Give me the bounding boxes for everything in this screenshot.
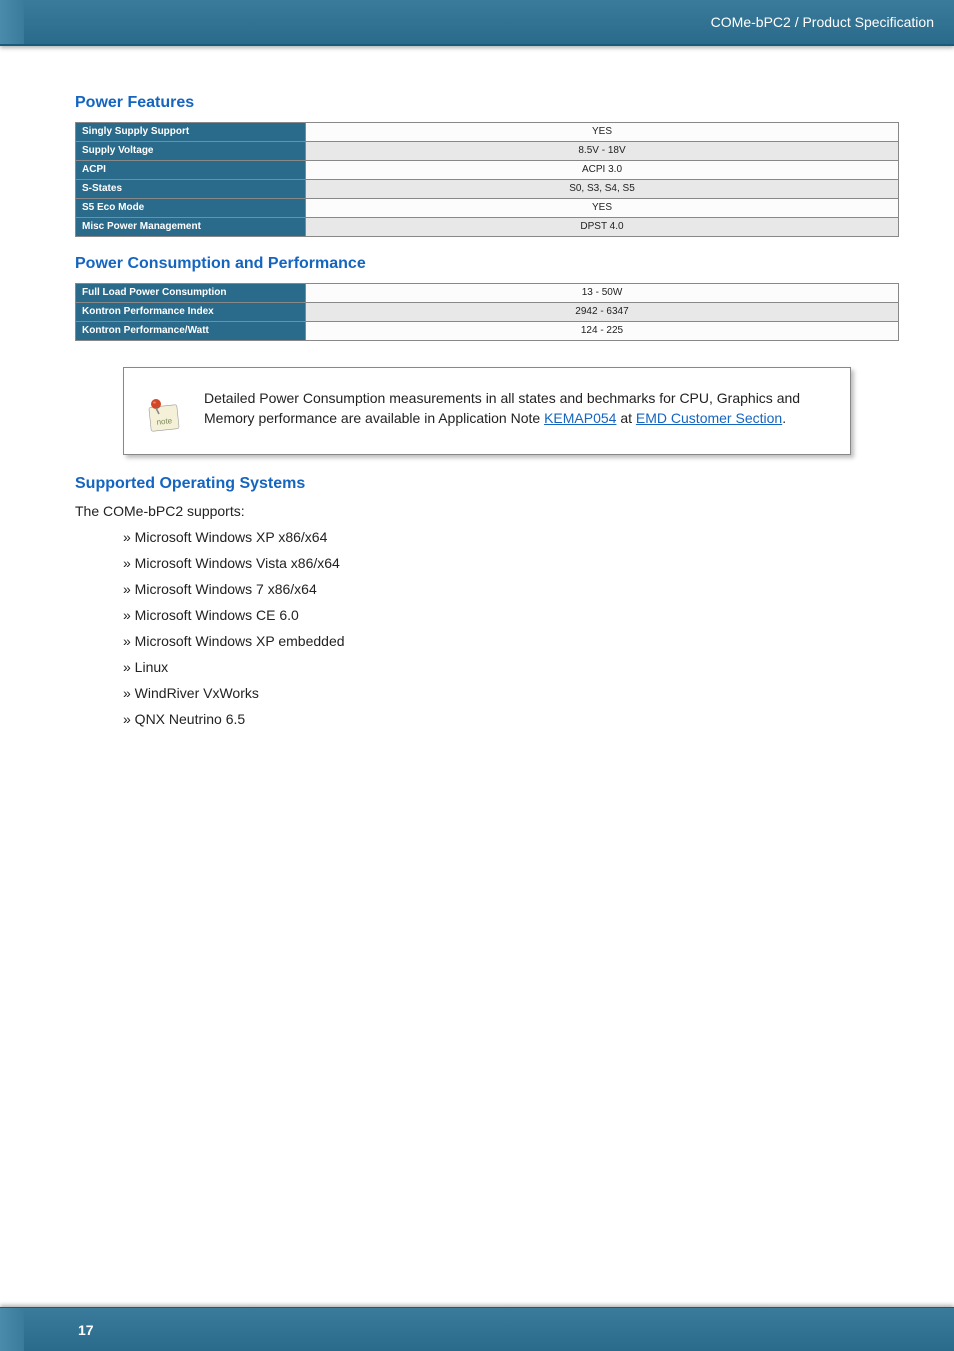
- row-label: Singly Supply Support: [76, 123, 306, 142]
- os-list: » Microsoft Windows XP x86/x64 » Microso…: [75, 529, 899, 727]
- os-heading: Supported Operating Systems: [75, 475, 899, 493]
- list-item: » Microsoft Windows CE 6.0: [123, 607, 899, 623]
- page-footer: 17: [0, 1307, 954, 1351]
- row-value: ACPI 3.0: [306, 161, 899, 180]
- list-item: » WindRiver VxWorks: [123, 685, 899, 701]
- list-item: » Microsoft Windows 7 x86/x64: [123, 581, 899, 597]
- row-value: 13 - 50W: [306, 284, 899, 303]
- table-row: Kontron Performance/Watt124 - 225: [76, 322, 899, 341]
- os-intro: The COMe-bPC2 supports:: [75, 503, 899, 519]
- table-row: Singly Supply SupportYES: [76, 123, 899, 142]
- note-text-after: .: [782, 410, 786, 426]
- power-consumption-heading: Power Consumption and Performance: [75, 255, 899, 273]
- header-accent: [0, 0, 24, 44]
- power-features-heading: Power Features: [75, 94, 899, 112]
- page-number: 17: [78, 1322, 94, 1338]
- row-value: 2942 - 6347: [306, 303, 899, 322]
- footer-accent: [0, 1308, 24, 1351]
- list-item: » Linux: [123, 659, 899, 675]
- list-item: » Microsoft Windows Vista x86/x64: [123, 555, 899, 571]
- row-value: S0, S3, S4, S5: [306, 180, 899, 199]
- list-item: » QNX Neutrino 6.5: [123, 711, 899, 727]
- table-row: Kontron Performance Index2942 - 6347: [76, 303, 899, 322]
- row-value: 8.5V - 18V: [306, 142, 899, 161]
- row-label: S-States: [76, 180, 306, 199]
- row-value: YES: [306, 123, 899, 142]
- row-value: DPST 4.0: [306, 218, 899, 237]
- row-value: YES: [306, 199, 899, 218]
- table-row: Full Load Power Consumption13 - 50W: [76, 284, 899, 303]
- svg-text:note: note: [156, 416, 173, 427]
- row-label: Misc Power Management: [76, 218, 306, 237]
- row-label: Kontron Performance/Watt: [76, 322, 306, 341]
- row-label: Full Load Power Consumption: [76, 284, 306, 303]
- page-header: COMe-bPC2 / Product Specification: [0, 0, 954, 46]
- row-label: S5 Eco Mode: [76, 199, 306, 218]
- power-features-table: Singly Supply SupportYES Supply Voltage8…: [75, 122, 899, 237]
- table-row: Misc Power ManagementDPST 4.0: [76, 218, 899, 237]
- note-box: note Detailed Power Consumption measurem…: [123, 367, 851, 455]
- table-row: S-StatesS0, S3, S4, S5: [76, 180, 899, 199]
- note-link-kemap[interactable]: KEMAP054: [544, 410, 616, 426]
- note-pin-icon: note: [142, 394, 182, 434]
- list-item: » Microsoft Windows XP embedded: [123, 633, 899, 649]
- note-text-mid: at: [616, 410, 635, 426]
- row-label: ACPI: [76, 161, 306, 180]
- table-row: S5 Eco ModeYES: [76, 199, 899, 218]
- list-item: » Microsoft Windows XP x86/x64: [123, 529, 899, 545]
- power-consumption-table: Full Load Power Consumption13 - 50W Kont…: [75, 283, 899, 341]
- note-text: Detailed Power Consumption measurements …: [204, 388, 826, 429]
- table-row: ACPIACPI 3.0: [76, 161, 899, 180]
- page-content: Power Features Singly Supply SupportYES …: [0, 46, 954, 727]
- row-label: Kontron Performance Index: [76, 303, 306, 322]
- row-label: Supply Voltage: [76, 142, 306, 161]
- row-value: 124 - 225: [306, 322, 899, 341]
- header-title: COMe-bPC2 / Product Specification: [711, 14, 934, 30]
- note-link-emd[interactable]: EMD Customer Section: [636, 410, 782, 426]
- table-row: Supply Voltage8.5V - 18V: [76, 142, 899, 161]
